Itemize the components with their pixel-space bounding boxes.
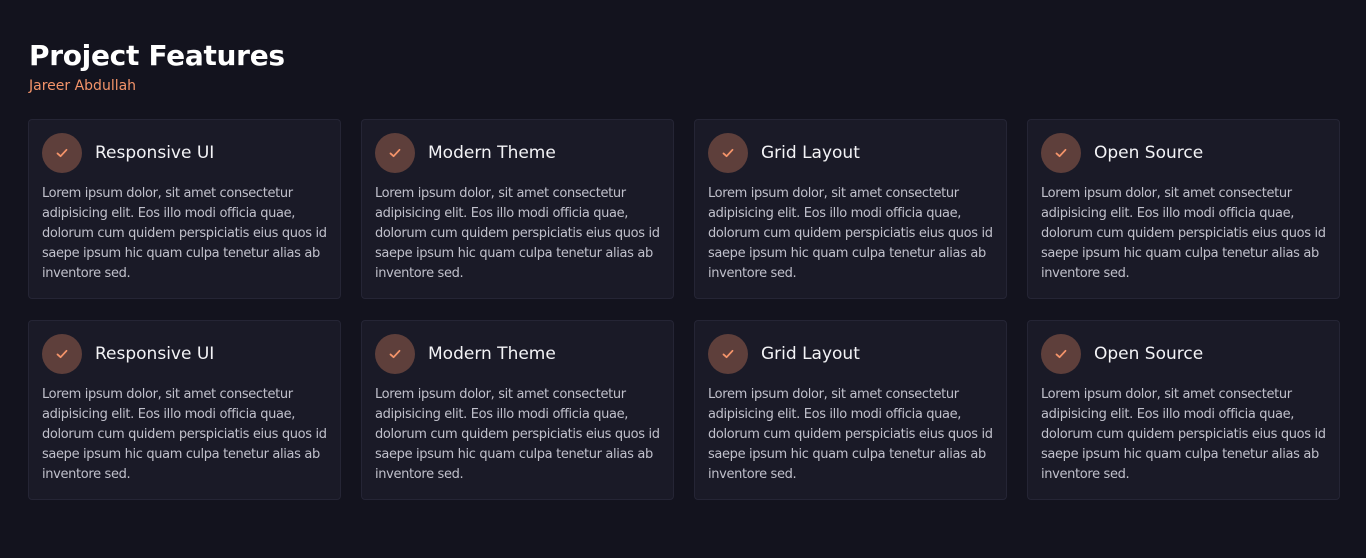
feature-card: Responsive UI Lorem ipsum dolor, sit ame… — [28, 119, 341, 299]
card-header: Responsive UI — [42, 133, 327, 173]
feature-card: Responsive UI Lorem ipsum dolor, sit ame… — [28, 320, 341, 500]
feature-card: Modern Theme Lorem ipsum dolor, sit amet… — [361, 119, 674, 299]
check-icon — [708, 133, 748, 173]
feature-card: Open Source Lorem ipsum dolor, sit amet … — [1027, 320, 1340, 500]
card-header: Modern Theme — [375, 334, 660, 374]
card-title: Open Source — [1094, 143, 1204, 163]
page-header: Project Features Jareer Abdullah — [29, 39, 285, 95]
card-title: Modern Theme — [428, 143, 556, 163]
author-name: Jareer Abdullah — [29, 78, 137, 94]
card-description: Lorem ipsum dolor, sit amet consectetur … — [708, 387, 993, 482]
card-header: Open Source — [1041, 334, 1326, 374]
card-description: Lorem ipsum dolor, sit amet consectetur … — [1041, 387, 1326, 482]
feature-card: Open Source Lorem ipsum dolor, sit amet … — [1027, 119, 1340, 299]
features-grid: Responsive UI Lorem ipsum dolor, sit ame… — [28, 119, 1340, 500]
check-icon — [708, 334, 748, 374]
card-description: Lorem ipsum dolor, sit amet consectetur … — [42, 186, 327, 281]
check-icon — [42, 334, 82, 374]
card-title: Responsive UI — [95, 143, 215, 163]
card-header: Open Source — [1041, 133, 1326, 173]
card-title: Open Source — [1094, 344, 1204, 364]
check-icon — [1041, 334, 1081, 374]
card-description: Lorem ipsum dolor, sit amet consectetur … — [708, 186, 993, 281]
feature-card: Modern Theme Lorem ipsum dolor, sit amet… — [361, 320, 674, 500]
card-description: Lorem ipsum dolor, sit amet consectetur … — [42, 387, 327, 482]
page-title: Project Features — [29, 39, 285, 72]
card-title: Responsive UI — [95, 344, 215, 364]
card-header: Responsive UI — [42, 334, 327, 374]
card-header: Grid Layout — [708, 133, 993, 173]
check-icon — [1041, 133, 1081, 173]
feature-card: Grid Layout Lorem ipsum dolor, sit amet … — [694, 320, 1007, 500]
check-icon — [42, 133, 82, 173]
card-header: Grid Layout — [708, 334, 993, 374]
check-icon — [375, 334, 415, 374]
card-description: Lorem ipsum dolor, sit amet consectetur … — [1041, 186, 1326, 281]
feature-card: Grid Layout Lorem ipsum dolor, sit amet … — [694, 119, 1007, 299]
check-icon — [375, 133, 415, 173]
card-title: Modern Theme — [428, 344, 556, 364]
card-description: Lorem ipsum dolor, sit amet consectetur … — [375, 186, 660, 281]
card-header: Modern Theme — [375, 133, 660, 173]
card-title: Grid Layout — [761, 143, 860, 163]
card-title: Grid Layout — [761, 344, 860, 364]
card-description: Lorem ipsum dolor, sit amet consectetur … — [375, 387, 660, 482]
